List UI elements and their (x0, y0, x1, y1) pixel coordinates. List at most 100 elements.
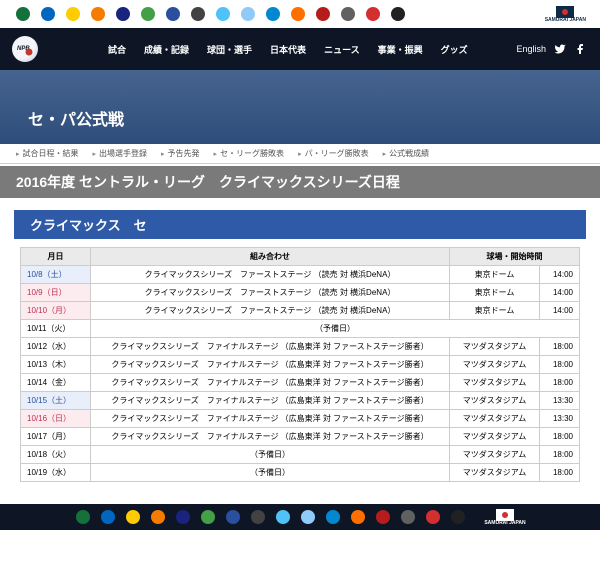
nav-item-1[interactable]: 成績・記録 (144, 43, 189, 56)
team-6-logo[interactable] (139, 5, 157, 23)
cell-venue: マツダスタジアム (450, 410, 540, 428)
team-1-logo[interactable] (14, 5, 32, 23)
page-title-bar: 2016年度 セントラル・リーグ クライマックスシリーズ日程 (0, 166, 600, 198)
team-7-logo[interactable] (224, 508, 242, 526)
team-6-logo[interactable] (199, 508, 217, 526)
team-14-logo[interactable] (339, 5, 357, 23)
team-7-logo[interactable] (164, 5, 182, 23)
cell-time: 18:00 (540, 464, 580, 482)
team-8-logo[interactable] (189, 5, 207, 23)
cell-match: クライマックスシリーズ ファイナルステージ （広島東洋 対 ファーストステージ勝… (91, 374, 450, 392)
team-4-logo[interactable] (89, 5, 107, 23)
cell-match: （予備日） (91, 464, 450, 482)
subnav-item-4[interactable]: パ・リーグ勝敗表 (298, 148, 369, 159)
samurai-japan-logo-footer[interactable]: SAMURAI JAPAN (484, 509, 525, 526)
th-date: 月日 (21, 248, 91, 266)
cell-time: 14:00 (540, 284, 580, 302)
team-9-logo[interactable] (274, 508, 292, 526)
th-venue-time: 球場・開始時間 (450, 248, 580, 266)
main-header: NPB 試合 成績・記録 球団・選手 日本代表 ニュース 事業・振興 グッズ English (0, 28, 600, 70)
table-header-row: 月日 組み合わせ 球場・開始時間 (21, 248, 580, 266)
facebook-icon[interactable] (574, 43, 586, 55)
team-5-logo[interactable] (174, 508, 192, 526)
team-16-logo[interactable] (449, 508, 467, 526)
subnav-item-1[interactable]: 出場選手登録 (93, 148, 148, 159)
cell-time: 14:00 (540, 302, 580, 320)
cell-date: 10/11（火） (21, 320, 91, 338)
th-match: 組み合わせ (91, 248, 450, 266)
table-row: 10/17（月）クライマックスシリーズ ファイナルステージ （広島東洋 対 ファ… (21, 428, 580, 446)
team-14-logo[interactable] (399, 508, 417, 526)
header-right: English (516, 43, 586, 55)
section-title-bar: クライマックス セ (14, 210, 586, 239)
cell-match: （予備日） (91, 446, 450, 464)
subnav-item-3[interactable]: セ・リーグ勝敗表 (214, 148, 285, 159)
cell-match: クライマックスシリーズ ファーストステージ （読売 対 横浜DeNA） (91, 284, 450, 302)
team-11-logo[interactable] (264, 5, 282, 23)
nav-item-6[interactable]: グッズ (441, 43, 468, 56)
cell-time: 13:30 (540, 410, 580, 428)
cell-venue: マツダスタジアム (450, 374, 540, 392)
team-5-logo[interactable] (114, 5, 132, 23)
nav-item-2[interactable]: 球団・選手 (207, 43, 252, 56)
team-11-logo[interactable] (324, 508, 342, 526)
cell-date: 10/13（木） (21, 356, 91, 374)
table-row: 10/14（金）クライマックスシリーズ ファイナルステージ （広島東洋 対 ファ… (21, 374, 580, 392)
cell-time: 18:00 (540, 374, 580, 392)
cell-time: 13:30 (540, 392, 580, 410)
cell-match: クライマックスシリーズ ファイナルステージ （広島東洋 対 ファーストステージ勝… (91, 410, 450, 428)
team-12-logo[interactable] (349, 508, 367, 526)
team-13-logo[interactable] (374, 508, 392, 526)
samurai-label-footer: SAMURAI JAPAN (484, 521, 525, 526)
team-3-logo[interactable] (124, 508, 142, 526)
subnav-item-0[interactable]: 試合日程・結果 (16, 148, 79, 159)
team-9-logo[interactable] (214, 5, 232, 23)
nav-item-3[interactable]: 日本代表 (270, 43, 306, 56)
cell-time: 18:00 (540, 338, 580, 356)
team-16-logo[interactable] (389, 5, 407, 23)
twitter-icon[interactable] (554, 43, 566, 55)
subnav-item-2[interactable]: 予告先発 (161, 148, 200, 159)
cell-match: クライマックスシリーズ ファイナルステージ （広島東洋 対 ファーストステージ勝… (91, 338, 450, 356)
cell-date: 10/17（月） (21, 428, 91, 446)
table-row: 10/11（火）（予備日） (21, 320, 580, 338)
subnav-item-5[interactable]: 公式戦成績 (383, 148, 430, 159)
cell-venue: マツダスタジアム (450, 338, 540, 356)
cell-match: クライマックスシリーズ ファイナルステージ （広島東洋 対 ファーストステージ勝… (91, 428, 450, 446)
team-1-logo[interactable] (74, 508, 92, 526)
table-row: 10/9（日）クライマックスシリーズ ファーストステージ （読売 対 横浜DeN… (21, 284, 580, 302)
nav-item-0[interactable]: 試合 (108, 43, 126, 56)
nav-item-4[interactable]: ニュース (324, 43, 360, 56)
team-12-logo[interactable] (289, 5, 307, 23)
npb-logo[interactable]: NPB (12, 36, 38, 62)
team-3-logo[interactable] (64, 5, 82, 23)
team-15-logo[interactable] (424, 508, 442, 526)
cell-venue: マツダスタジアム (450, 428, 540, 446)
english-link[interactable]: English (516, 44, 546, 54)
cell-venue: マツダスタジアム (450, 446, 540, 464)
samurai-japan-logo[interactable]: SAMURAI JAPAN (545, 6, 586, 23)
cell-venue: マツダスタジアム (450, 464, 540, 482)
schedule-table: 月日 組み合わせ 球場・開始時間 10/8（土）クライマックスシリーズ ファース… (20, 247, 580, 482)
team-10-logo[interactable] (239, 5, 257, 23)
cell-date: 10/14（金） (21, 374, 91, 392)
cell-venue: マツダスタジアム (450, 392, 540, 410)
team-2-logo[interactable] (99, 508, 117, 526)
table-row: 10/8（土）クライマックスシリーズ ファーストステージ （読売 対 横浜DeN… (21, 266, 580, 284)
sub-nav: 試合日程・結果 出場選手登録 予告先発 セ・リーグ勝敗表 パ・リーグ勝敗表 公式戦成績 (0, 144, 600, 164)
team-10-logo[interactable] (299, 508, 317, 526)
team-13-logo[interactable] (314, 5, 332, 23)
team-4-logo[interactable] (149, 508, 167, 526)
table-row: 10/18（火）（予備日）マツダスタジアム18:00 (21, 446, 580, 464)
team-8-logo[interactable] (249, 508, 267, 526)
cell-date: 10/8（土） (21, 266, 91, 284)
team-2-logo[interactable] (39, 5, 57, 23)
nav-item-5[interactable]: 事業・振興 (378, 43, 423, 56)
cell-date: 10/10（月） (21, 302, 91, 320)
top-team-logo-bar: SAMURAI JAPAN (0, 0, 600, 28)
cell-date: 10/9（日） (21, 284, 91, 302)
cell-date: 10/18（火） (21, 446, 91, 464)
team-15-logo[interactable] (364, 5, 382, 23)
hero-title: セ・パ公式戦 (28, 106, 124, 130)
cell-match: クライマックスシリーズ ファイナルステージ （広島東洋 対 ファーストステージ勝… (91, 392, 450, 410)
